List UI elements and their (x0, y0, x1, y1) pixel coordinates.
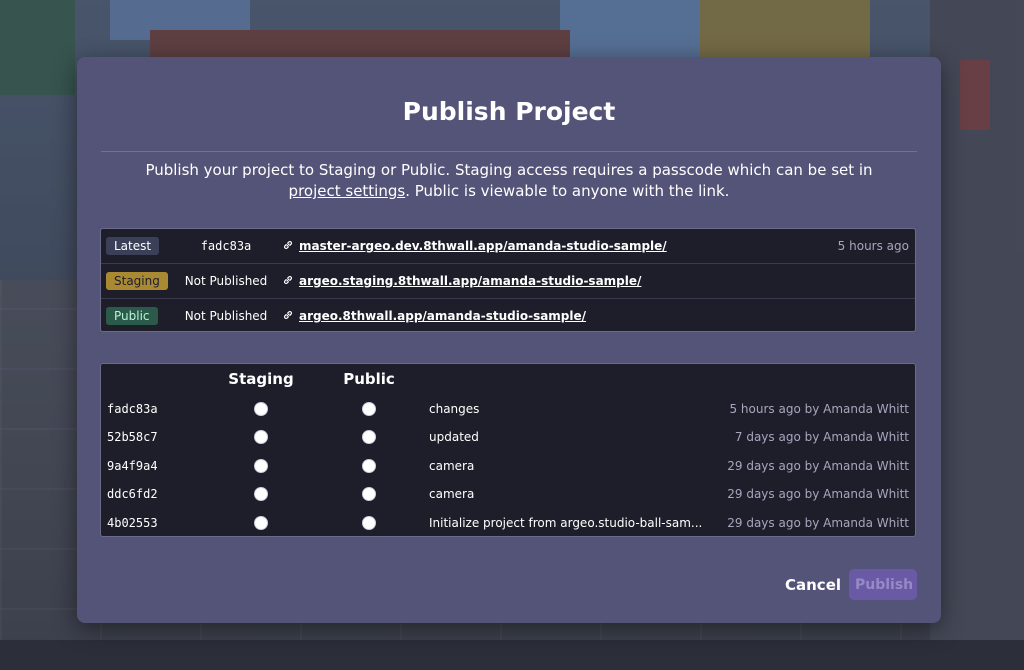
staging-radio[interactable] (254, 402, 268, 416)
commit-row: ddc6fd2 camera 29 days ago by Amanda Whi… (101, 480, 915, 508)
public-radio[interactable] (362, 487, 376, 501)
commit-row: fadc83a changes 5 hours ago by Amanda Wh… (101, 395, 915, 423)
commit-hash: 4b02553 (107, 516, 158, 530)
staging-radio[interactable] (254, 459, 268, 473)
link-icon (283, 275, 293, 285)
public-radio[interactable] (362, 402, 376, 416)
latest-badge: Latest (106, 237, 160, 255)
commit-meta: 7 days ago by Amanda Whitt (734, 430, 909, 444)
column-header-staging: Staging (228, 370, 294, 388)
deployment-url-latest[interactable]: master-argeo.dev.8thwall.app/amanda-stud… (299, 229, 667, 263)
description-text-end: . Public is viewable to anyone with the … (405, 182, 730, 200)
commit-hash: 52b58c7 (107, 430, 158, 444)
publish-button[interactable]: Publish (849, 569, 917, 600)
commit-message: updated (429, 430, 479, 444)
staging-radio[interactable] (254, 430, 268, 444)
commit-row: 9a4f9a4 camera 29 days ago by Amanda Whi… (101, 452, 915, 480)
staging-radio[interactable] (254, 516, 268, 530)
commits-table: Staging Public fadc83a changes 5 hours a… (100, 363, 916, 537)
commit-message: Initialize project from argeo.studio-bal… (429, 516, 703, 530)
commit-message: camera (429, 487, 475, 501)
deployment-row-staging: Staging Not Published argeo.staging.8thw… (101, 264, 915, 299)
modal-description: Publish your project to Staging or Publi… (137, 160, 881, 202)
deployment-url-staging[interactable]: argeo.staging.8thwall.app/amanda-studio-… (299, 264, 641, 298)
deployments-table: Latest fadc83a master-argeo.dev.8thwall.… (100, 228, 916, 332)
public-badge: Public (106, 307, 158, 325)
commit-message: camera (429, 459, 475, 473)
column-header-public: Public (343, 370, 395, 388)
commit-hash: 9a4f9a4 (107, 459, 158, 473)
commit-message: changes (429, 402, 480, 416)
commit-row: 52b58c7 updated 7 days ago by Amanda Whi… (101, 423, 915, 451)
deployment-commit: Not Published (184, 309, 268, 323)
commit-hash: fadc83a (107, 402, 158, 416)
public-radio[interactable] (362, 430, 376, 444)
link-icon (283, 240, 293, 250)
public-radio[interactable] (362, 516, 376, 530)
commit-meta: 29 days ago by Amanda Whitt (727, 516, 909, 530)
staging-radio[interactable] (254, 487, 268, 501)
public-radio[interactable] (362, 459, 376, 473)
publish-project-modal: Publish Project Publish your project to … (77, 57, 941, 623)
link-icon (283, 310, 293, 320)
commit-meta: 5 hours ago by Amanda Whitt (729, 402, 909, 416)
modal-divider (101, 151, 917, 152)
commit-hash: ddc6fd2 (107, 487, 158, 501)
commit-meta: 29 days ago by Amanda Whitt (727, 459, 909, 473)
cancel-button[interactable]: Cancel (779, 570, 847, 600)
commit-row: 4b02553 Initialize project from argeo.st… (101, 509, 915, 537)
deployment-row-public: Public Not Published argeo.8thwall.app/a… (101, 299, 915, 331)
deployment-time: 5 hours ago (837, 239, 909, 253)
staging-badge: Staging (106, 272, 168, 290)
deployment-commit: fadc83a (200, 239, 252, 253)
modal-title: Publish Project (402, 97, 616, 126)
project-settings-link[interactable]: project settings (289, 182, 406, 200)
deployment-url-public[interactable]: argeo.8thwall.app/amanda-studio-sample/ (299, 299, 586, 331)
commit-meta: 29 days ago by Amanda Whitt (727, 487, 909, 501)
deployment-commit: Not Published (184, 274, 268, 288)
deployment-row-latest: Latest fadc83a master-argeo.dev.8thwall.… (101, 229, 915, 264)
description-text: Publish your project to Staging or Publi… (145, 161, 873, 179)
